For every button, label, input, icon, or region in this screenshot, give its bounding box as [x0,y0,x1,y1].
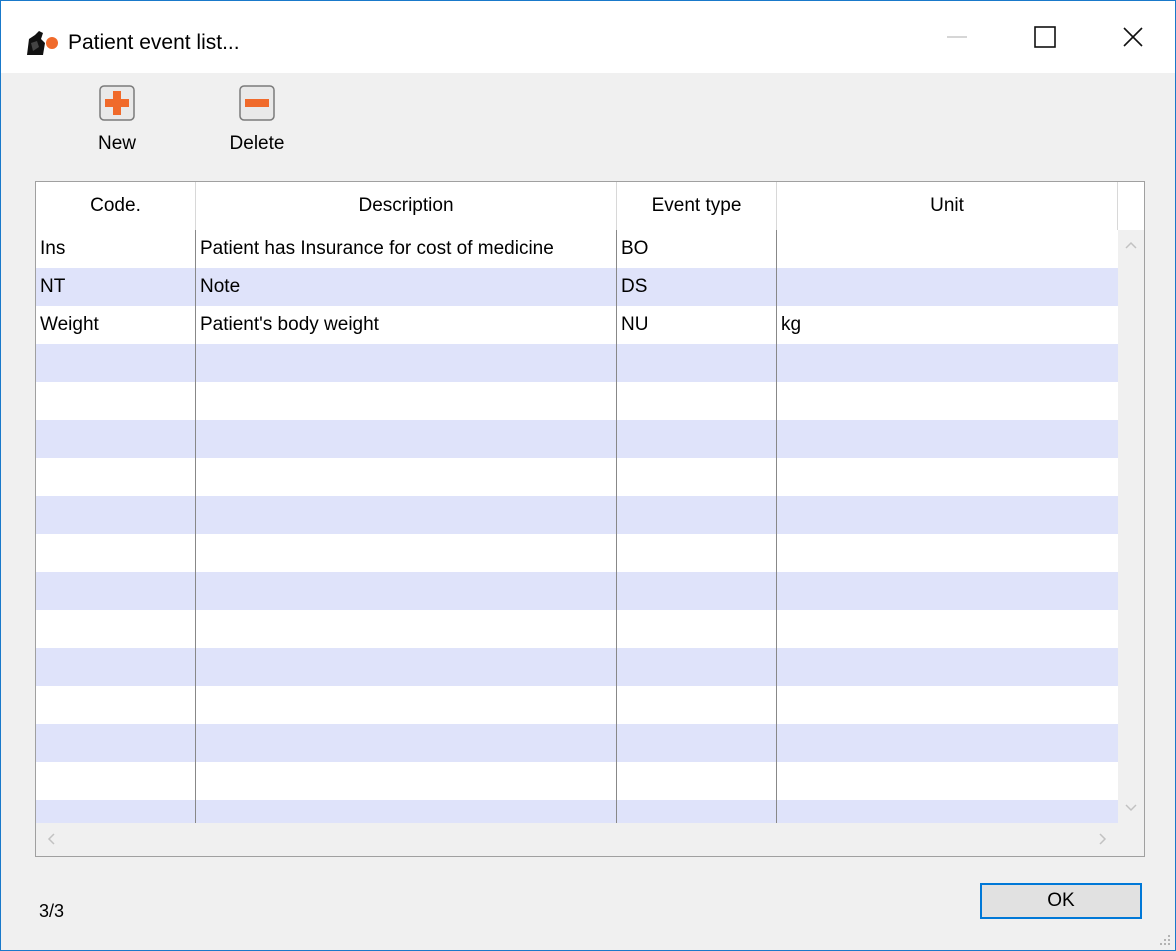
new-button[interactable]: New [85,85,149,155]
empty-row [36,458,1118,496]
add-icon [99,85,135,121]
empty-row [36,800,1118,823]
app-icon [27,31,58,55]
empty-row [36,496,1118,534]
close-button[interactable] [1089,1,1176,73]
empty-row [36,724,1118,762]
column-divider [195,230,196,823]
table-body: Ins Patient has Insurance for cost of me… [36,230,1118,823]
remove-icon [239,85,275,121]
empty-row [36,534,1118,572]
cell-code: Weight [40,314,99,335]
empty-row [36,610,1118,648]
column-divider [616,230,617,823]
scroll-left-icon[interactable] [36,823,66,856]
cell-unit: kg [781,314,802,335]
empty-row [36,344,1118,382]
minimize-icon [947,36,967,38]
cell-unit [777,230,1118,268]
event-list-table[interactable]: Code. Description Event type Unit Ins Pa… [35,181,1145,857]
table-row[interactable]: Weight Patient's body weight NU kg [36,306,1118,344]
patient-event-list-window: Patient event list... New Delete Code. D… [0,0,1176,951]
cell-event-type: NU [621,314,649,335]
cell-description: Patient has Insurance for cost of medici… [200,238,554,259]
ok-button[interactable]: OK [980,883,1142,919]
cell-unit [777,268,1118,306]
column-header-event-type[interactable]: Event type [617,182,777,230]
empty-row [36,648,1118,686]
empty-row [36,686,1118,724]
delete-button[interactable]: Delete [215,85,299,155]
record-count: 3/3 [39,901,65,921]
table-row[interactable]: NT Note DS [36,268,1118,306]
scroll-down-icon[interactable] [1118,793,1144,823]
table-row[interactable]: Ins Patient has Insurance for cost of me… [36,230,1118,268]
scroll-up-icon[interactable] [1118,230,1144,260]
empty-row [36,762,1118,800]
empty-row [36,382,1118,420]
maximize-icon [1034,26,1056,48]
new-label: New [97,133,136,154]
resize-grip-icon[interactable] [1157,932,1171,946]
maximize-button[interactable] [1001,1,1089,73]
horizontal-scrollbar[interactable] [36,823,1144,856]
empty-row [36,572,1118,610]
window-title: Patient event list... [68,31,240,54]
minimize-button[interactable] [913,1,1001,73]
cell-code: NT [40,276,66,297]
cell-description: Note [200,276,241,297]
vertical-scrollbar[interactable] [1118,230,1144,823]
empty-row [36,420,1118,458]
cell-event-type: DS [621,276,648,297]
title-bar[interactable]: Patient event list... [1,1,1175,73]
column-divider [776,230,777,823]
table-header: Code. Description Event type Unit [36,182,1144,230]
column-header-unit[interactable]: Unit [777,182,1118,230]
delete-label: Delete [229,133,285,154]
close-icon [1123,27,1143,47]
column-header-code[interactable]: Code. [36,182,196,230]
scroll-right-icon[interactable] [1088,823,1118,856]
cell-code: Ins [40,238,66,259]
column-header-description[interactable]: Description [196,182,617,230]
cell-description: Patient's body weight [200,314,379,335]
cell-event-type: BO [621,238,649,259]
